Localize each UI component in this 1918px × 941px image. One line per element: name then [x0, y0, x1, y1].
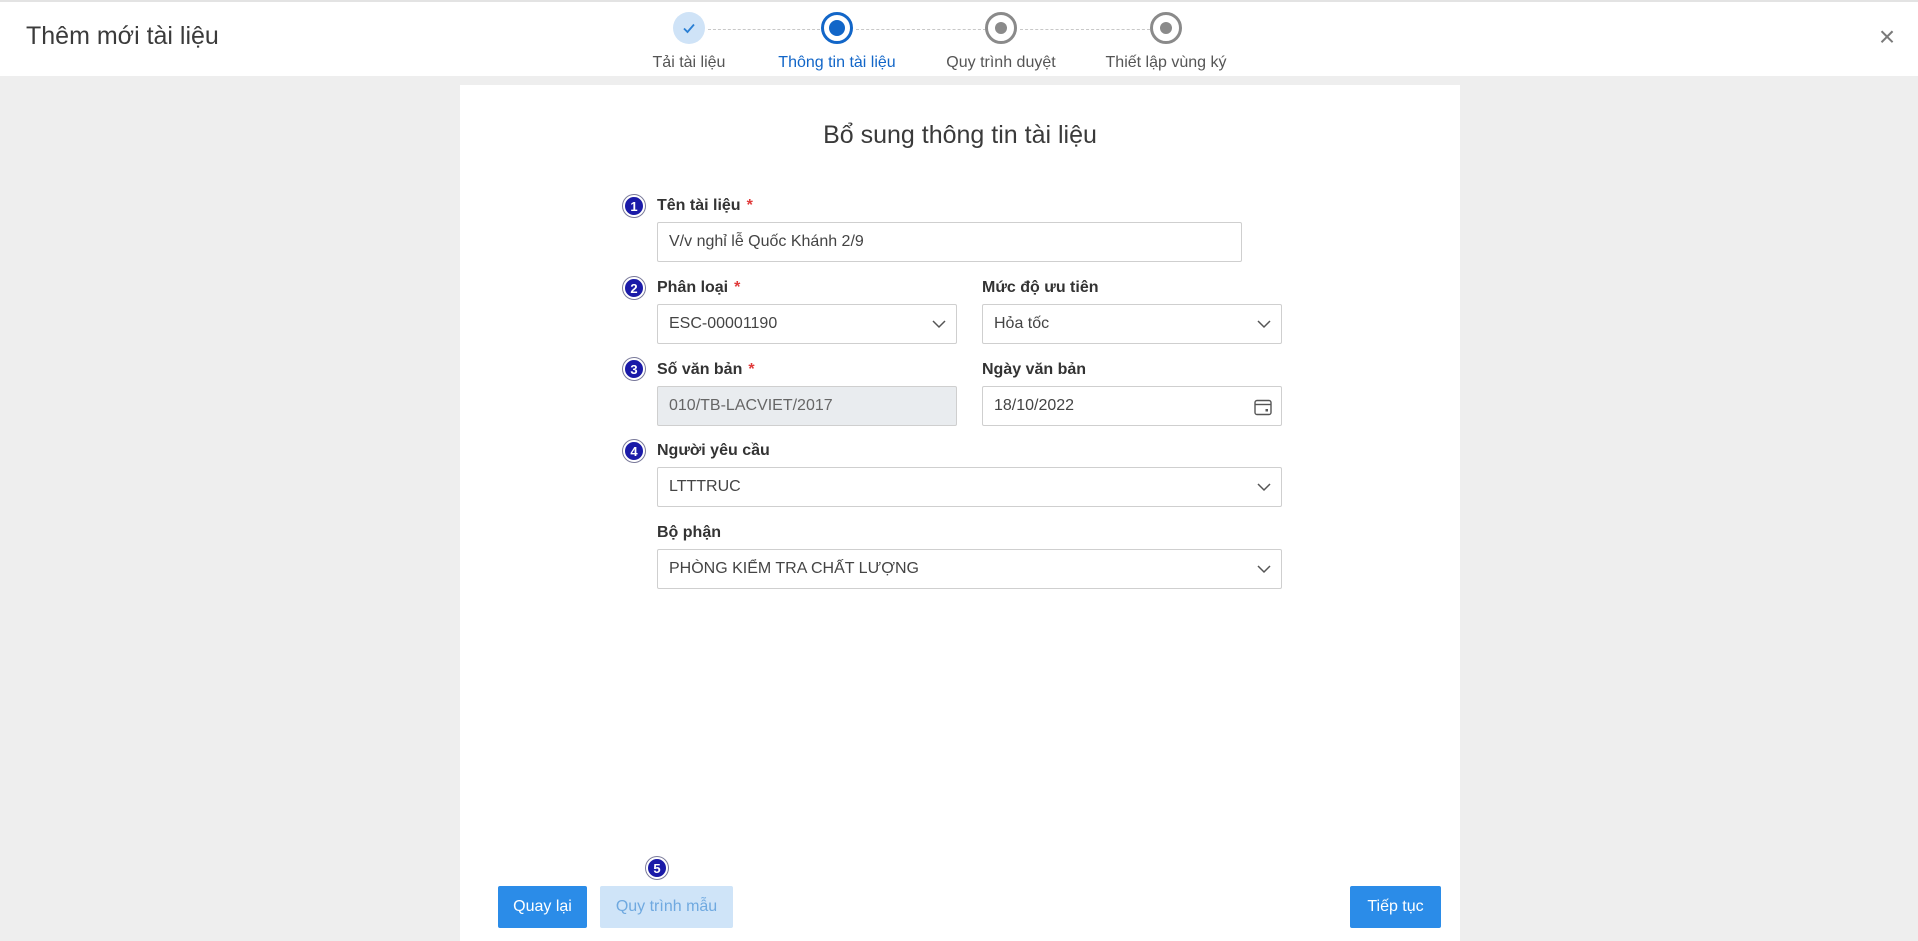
check-icon [673, 12, 705, 44]
department-label: Bộ phận [657, 524, 721, 541]
form-panel: Bổ sung thông tin tài liệu 1 Tên tài liệ… [460, 85, 1460, 941]
close-icon[interactable]: × [1874, 23, 1900, 51]
active-step-icon [821, 12, 853, 44]
step-label: Thông tin tài liệu [778, 54, 896, 71]
doc-number-label: Số văn bản * [657, 361, 755, 378]
step-label: Tải tài liệu [652, 54, 726, 71]
marker-badge: 2 [623, 277, 645, 299]
category-select[interactable]: ESC-00001190 [657, 304, 957, 344]
step-upload[interactable]: Tải tài liệu [609, 12, 769, 72]
requester-label: Người yêu cầu [657, 442, 770, 459]
pending-step-icon [985, 12, 1017, 44]
priority-select[interactable]: Hỏa tốc [982, 304, 1282, 344]
back-button[interactable]: Quay lại [498, 886, 587, 928]
step-label: Thiết lập vùng ký [1105, 54, 1227, 71]
priority-label: Mức độ ưu tiên [982, 279, 1099, 296]
requester-select[interactable]: LTTTRUC [657, 467, 1282, 507]
step-workflow[interactable]: Quy trình duyệt [921, 12, 1081, 72]
step-signature-area[interactable]: Thiết lập vùng ký [1086, 12, 1246, 72]
marker-badge: 4 [623, 440, 645, 462]
doc-date-input[interactable]: 18/10/2022 [982, 386, 1282, 426]
doc-name-input[interactable]: V/v nghỉ lễ Quốc Khánh 2/9 [657, 222, 1242, 262]
stepper: Tải tài liệu Thông tin tài liệu Quy trìn… [0, 2, 1918, 78]
marker-badge: 1 [623, 195, 645, 217]
chevron-down-icon [1257, 483, 1271, 492]
calendar-icon[interactable] [1253, 397, 1273, 417]
category-label: Phân loại * [657, 279, 741, 296]
next-button[interactable]: Tiếp tục [1350, 886, 1441, 928]
step-label: Quy trình duyệt [946, 54, 1056, 71]
doc-date-label: Ngày văn bản [982, 361, 1087, 378]
top-bar: Thêm mới tài liệu Tải tài liệu Thông tin… [0, 0, 1918, 76]
doc-name-label: Tên tài liệu * [657, 197, 753, 214]
chevron-down-icon [1257, 565, 1271, 574]
marker-badge: 5 [646, 857, 668, 879]
form-title: Bổ sung thông tin tài liệu [823, 121, 1097, 149]
marker-badge: 3 [623, 358, 645, 380]
doc-number-input: 010/TB-LACVIET/2017 [657, 386, 957, 426]
step-info[interactable]: Thông tin tài liệu [757, 12, 917, 72]
pending-step-icon [1150, 12, 1182, 44]
chevron-down-icon [1257, 320, 1271, 329]
template-workflow-button[interactable]: Quy trình mẫu [600, 886, 733, 928]
chevron-down-icon [932, 320, 946, 329]
department-select[interactable]: PHÒNG KIỂM TRA CHẤT LƯỢNG [657, 549, 1282, 589]
